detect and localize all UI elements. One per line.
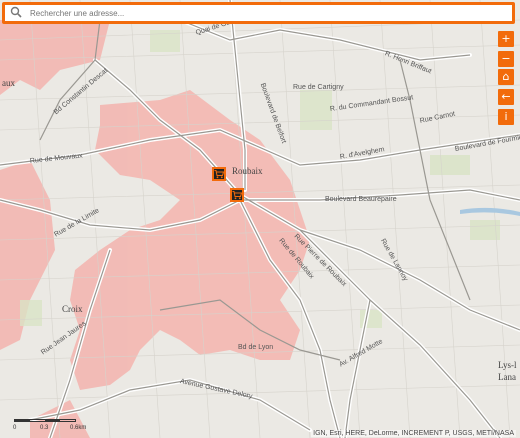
search-input[interactable] (30, 8, 490, 18)
place-label: Lys-l (498, 360, 517, 370)
zoom-out-button[interactable]: − (498, 51, 514, 67)
scale-bar: 0 0.3 0.6km (13, 414, 88, 431)
place-label: aux (2, 78, 15, 88)
map-attribution: IGN, Esri, HERE, DeLorme, INCREMENT P, U… (311, 430, 516, 437)
street-label: Boulevard Beaurepaire (325, 196, 397, 203)
place-label: Roubaix (232, 166, 263, 176)
cart-glyph (232, 191, 242, 200)
scale-label: 0.3 (40, 425, 49, 431)
street-label: Bd de Lyon (238, 344, 274, 351)
cart-glyph (214, 170, 224, 179)
map-canvas[interactable]: Roubaix Croix Lys-l Lana aux Quai de Gan… (0, 0, 520, 438)
scale-label: 0.6km (70, 425, 87, 431)
place-label: Croix (62, 304, 83, 314)
canal (460, 207, 520, 216)
shopping-cart-icon[interactable] (212, 167, 226, 181)
back-arrow-icon[interactable]: ← (498, 89, 514, 105)
home-icon[interactable]: ⌂ (498, 69, 514, 85)
search-icon[interactable] (10, 5, 26, 21)
shopping-cart-icon[interactable] (230, 188, 244, 202)
search-bar (2, 2, 515, 24)
info-icon[interactable]: i (498, 109, 514, 125)
scale-label: 0 (13, 425, 17, 431)
scale-bar-graphic (14, 419, 76, 422)
zoom-in-button[interactable]: + (498, 31, 514, 47)
place-label: Lana (498, 372, 516, 382)
street-label: Rue de Cartigny (293, 84, 344, 91)
